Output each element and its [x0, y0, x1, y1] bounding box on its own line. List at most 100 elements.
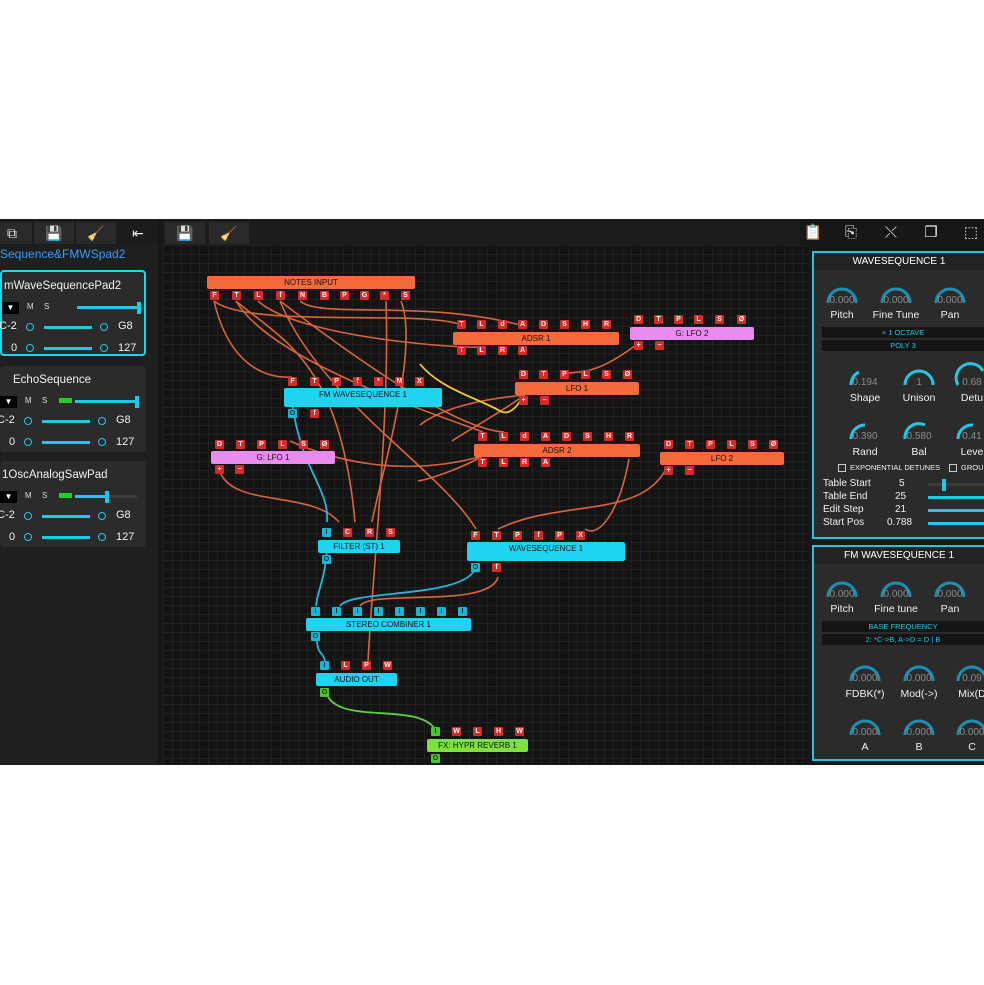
- port[interactable]: A: [541, 432, 550, 441]
- port[interactable]: S: [715, 315, 724, 324]
- port[interactable]: W: [515, 727, 524, 736]
- port[interactable]: H: [604, 432, 613, 441]
- port[interactable]: P: [706, 440, 715, 449]
- port[interactable]: O: [320, 688, 329, 697]
- port[interactable]: D: [562, 432, 571, 441]
- port[interactable]: P: [674, 315, 683, 324]
- port[interactable]: L: [499, 432, 508, 441]
- window-copy-icon[interactable]: ⧉: [0, 222, 32, 244]
- port[interactable]: T: [232, 291, 241, 300]
- port[interactable]: I: [458, 607, 467, 616]
- range-high-handle[interactable]: [100, 323, 108, 331]
- port[interactable]: S: [583, 432, 592, 441]
- vel-high-handle[interactable]: [98, 438, 106, 446]
- vel-low-handle[interactable]: [24, 438, 32, 446]
- save-icon[interactable]: 💾: [34, 222, 74, 244]
- port[interactable]: d: [498, 320, 507, 329]
- dropdown-arrow-icon[interactable]: ▼: [2, 302, 19, 314]
- note-range-slider[interactable]: [44, 326, 92, 329]
- mute-button[interactable]: M: [27, 302, 34, 311]
- port[interactable]: D: [519, 370, 528, 379]
- port[interactable]: F: [288, 377, 297, 386]
- port[interactable]: T: [492, 531, 501, 540]
- port[interactable]: S: [748, 440, 757, 449]
- range-high-handle[interactable]: [98, 417, 106, 425]
- port[interactable]: P: [332, 377, 341, 386]
- port[interactable]: B: [320, 291, 329, 300]
- solo-button[interactable]: S: [42, 396, 47, 405]
- port[interactable]: T: [478, 458, 487, 467]
- port[interactable]: +: [634, 341, 643, 350]
- port[interactable]: D: [539, 320, 548, 329]
- range-high-handle[interactable]: [98, 512, 106, 520]
- port[interactable]: +: [215, 465, 224, 474]
- algorithm-selector[interactable]: 2: *C->B, A->D = D | B: [822, 634, 984, 645]
- port[interactable]: O: [471, 563, 480, 572]
- port[interactable]: +: [519, 396, 528, 405]
- volume-slider-handle[interactable]: [137, 302, 141, 314]
- param-slider[interactable]: [928, 522, 984, 525]
- volume-slider-handle[interactable]: [135, 396, 139, 408]
- port[interactable]: f: [492, 563, 501, 572]
- group-checkbox[interactable]: [949, 464, 957, 472]
- port[interactable]: P: [340, 291, 349, 300]
- track-card[interactable]: 1OscAnalogSawPad ▼ M S C-2 G8 0 127: [0, 461, 146, 547]
- port[interactable]: H: [494, 727, 503, 736]
- port[interactable]: N: [298, 291, 307, 300]
- solo-button[interactable]: S: [42, 491, 47, 500]
- port[interactable]: P: [362, 661, 371, 670]
- node-global-lfo-2[interactable]: G: LFO 2: [630, 327, 754, 340]
- exponential-detunes-checkbox[interactable]: [838, 464, 846, 472]
- copy-file-icon[interactable]: ⎘: [838, 222, 864, 244]
- port[interactable]: R: [625, 432, 634, 441]
- port[interactable]: W: [383, 661, 392, 670]
- track-card[interactable]: EchoSequence ▼ M S C-2 G8 0 127: [0, 366, 146, 452]
- port[interactable]: G: [360, 291, 369, 300]
- port[interactable]: I: [431, 727, 440, 736]
- port[interactable]: S: [602, 370, 611, 379]
- velocity-slider[interactable]: [44, 347, 92, 350]
- port[interactable]: P: [513, 531, 522, 540]
- port[interactable]: R: [498, 346, 507, 355]
- dropdown-arrow-icon[interactable]: ▼: [0, 491, 17, 503]
- note-range-slider[interactable]: [42, 420, 90, 423]
- port[interactable]: L: [473, 727, 482, 736]
- port[interactable]: L: [499, 458, 508, 467]
- port[interactable]: H: [581, 320, 590, 329]
- collapse-left-icon[interactable]: ⇤: [118, 222, 158, 244]
- port[interactable]: T: [654, 315, 663, 324]
- param-slider[interactable]: [928, 496, 984, 499]
- port[interactable]: T: [685, 440, 694, 449]
- solo-button[interactable]: S: [44, 302, 49, 311]
- port[interactable]: T: [478, 432, 487, 441]
- node-adsr-1[interactable]: ADSR 1: [453, 332, 619, 345]
- port[interactable]: P: [257, 440, 266, 449]
- port[interactable]: O: [288, 409, 297, 418]
- port[interactable]: O: [322, 555, 331, 564]
- range-low-handle[interactable]: [24, 417, 32, 425]
- port[interactable]: L: [694, 315, 703, 324]
- port[interactable]: P: [560, 370, 569, 379]
- duplicate-icon[interactable]: ❐: [918, 222, 944, 244]
- broom-icon[interactable]: 🧹: [209, 222, 249, 244]
- port[interactable]: T: [457, 346, 466, 355]
- port[interactable]: +: [664, 466, 673, 475]
- port[interactable]: f: [353, 377, 362, 386]
- node-fm-wavesequence-1[interactable]: FM WAVESEQUENCE 1: [284, 388, 442, 407]
- port[interactable]: D: [215, 440, 224, 449]
- port[interactable]: R: [520, 458, 529, 467]
- port[interactable]: I: [311, 607, 320, 616]
- param-slider-handle[interactable]: [942, 479, 946, 491]
- node-lfo-1[interactable]: LFO 1: [515, 382, 639, 395]
- mute-button[interactable]: M: [25, 491, 32, 500]
- poly-selector[interactable]: POLY 3: [822, 340, 984, 351]
- node-global-lfo-1[interactable]: G: LFO 1: [211, 451, 335, 464]
- node-wavesequence-1[interactable]: WAVESEQUENCE 1: [467, 542, 625, 561]
- port[interactable]: S: [386, 528, 395, 537]
- port[interactable]: T: [236, 440, 245, 449]
- port[interactable]: Ø: [769, 440, 778, 449]
- port[interactable]: I: [320, 661, 329, 670]
- vel-high-handle[interactable]: [100, 344, 108, 352]
- close-external-icon[interactable]: ⤬: [878, 222, 904, 244]
- port[interactable]: W: [452, 727, 461, 736]
